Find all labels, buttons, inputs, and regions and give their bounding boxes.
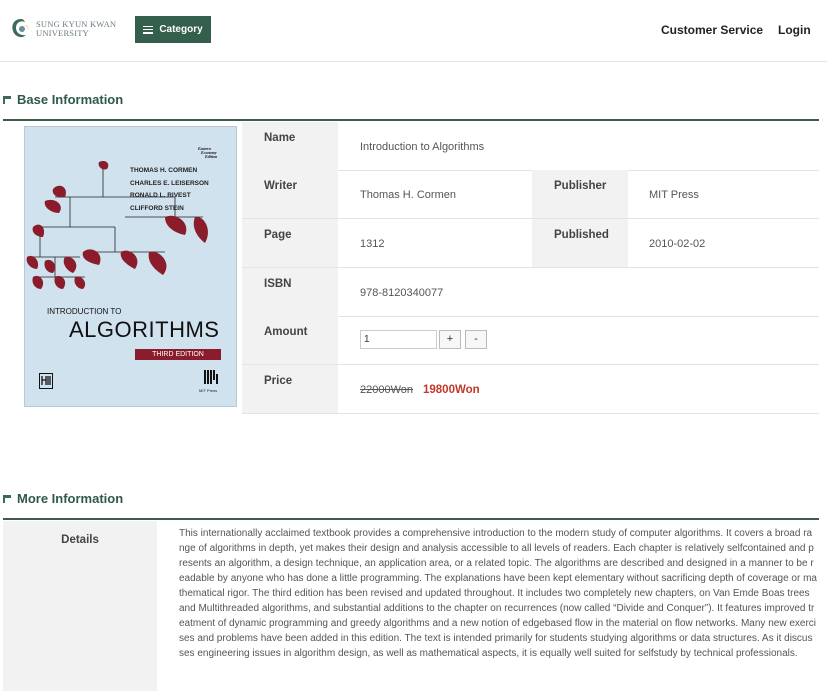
section-divider [3, 119, 819, 121]
info-row-amount: Amount + - [242, 316, 819, 365]
login-link[interactable]: Login [778, 23, 811, 37]
university-logo-text: SUNG KYUN KWAN UNIVERSITY [36, 19, 117, 38]
info-row-name: Name Introduction to Algorithms [242, 122, 819, 171]
customer-service-link[interactable]: Customer Service [661, 23, 763, 37]
mobile-illustration [26, 160, 208, 289]
publisher-value: MIT Press [649, 189, 699, 201]
published-label: Published [532, 219, 628, 267]
menu-icon [143, 25, 154, 34]
section-divider [3, 518, 819, 520]
info-row-isbn: ISBN 978-8120340077 [242, 268, 819, 317]
university-logo-icon [10, 17, 32, 41]
phi-publisher-icon [39, 373, 53, 389]
isbn-value: 978-8120340077 [360, 287, 444, 299]
category-label: Category [159, 24, 203, 35]
decrement-button[interactable]: - [465, 330, 487, 349]
sale-price: 19800Won [423, 384, 480, 396]
page-label: Page [242, 219, 338, 267]
flag-icon [3, 494, 12, 503]
amount-input[interactable] [360, 330, 437, 349]
base-information-title: Base Information [17, 92, 124, 107]
increment-button[interactable]: + [439, 330, 461, 349]
writer-value: Thomas H. Cormen [360, 189, 456, 201]
name-label: Name [242, 122, 338, 170]
top-header: SUNG KYUN KWAN UNIVERSITY Category Custo… [0, 0, 827, 62]
isbn-label: ISBN [242, 268, 338, 316]
original-price: 22000Won [360, 384, 414, 396]
amount-label: Amount [242, 316, 338, 364]
details-description: This internationally acclaimed textbook … [179, 528, 817, 659]
more-information-title: More Information [17, 491, 124, 506]
page-value: 1312 [360, 238, 385, 250]
book-cover-image: Eastern Economy Edition THOMAS H. CORMEN… [24, 126, 237, 407]
published-value: 2010-02-02 [649, 238, 706, 250]
price-label: Price [242, 365, 338, 413]
flag-icon [3, 95, 12, 104]
writer-label: Writer [242, 170, 338, 218]
info-row-page: Page 1312 Published 2010-02-02 [242, 219, 819, 268]
publisher-label: Publisher [532, 170, 628, 218]
mit-press-text: MIT Press [199, 388, 218, 393]
details-label: Details [3, 521, 157, 691]
cover-edition-badge: THIRD EDITION [135, 349, 221, 360]
more-information-heading: More Information [3, 491, 123, 506]
cover-intro-text: INTRODUCTION TO [47, 307, 122, 316]
cover-title-text: ALGORITHMS [69, 317, 220, 342]
category-button[interactable]: Category [135, 16, 211, 43]
info-row-price: Price 22000Won 19800Won [242, 365, 819, 414]
university-logo[interactable]: SUNG KYUN KWAN UNIVERSITY [10, 14, 122, 44]
name-value: Introduction to Algorithms [360, 141, 485, 153]
base-information-heading: Base Information [3, 92, 123, 107]
info-row-writer: Writer Thomas H. Cormen Publisher MIT Pr… [242, 170, 819, 219]
mit-press-icon [204, 370, 218, 384]
